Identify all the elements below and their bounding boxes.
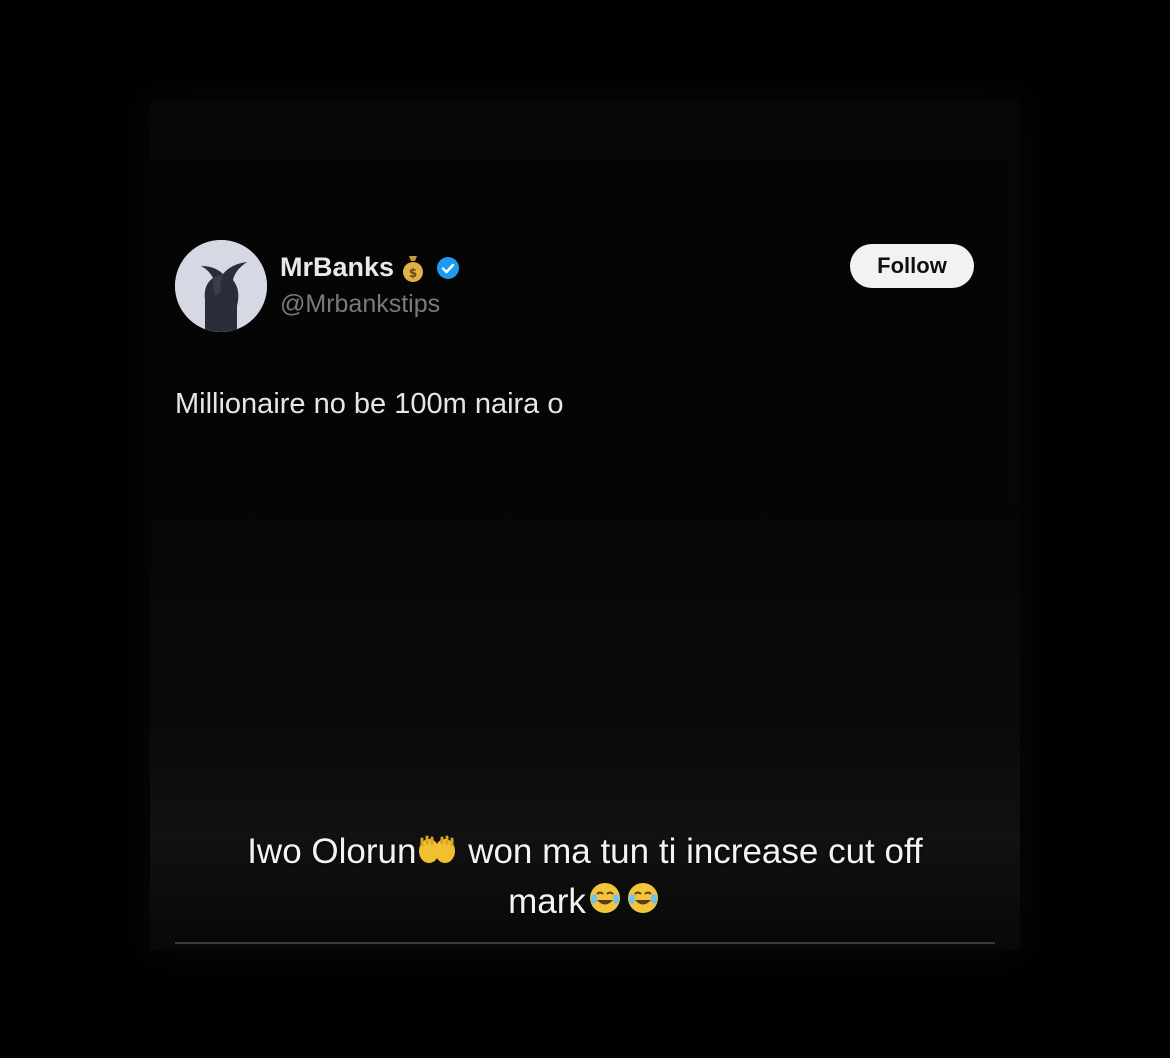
divider [175,942,995,944]
avatar[interactable] [175,240,267,332]
tweet-embed: MrBanks $ @Mrbankstips Follow Millionair… [150,160,1010,500]
screenshot-frame: MrBanks $ @Mrbankstips Follow Millionair… [0,0,1170,1058]
video-caption: Iwo Olorun won ma tun ti increase cut of… [150,828,1020,928]
tears-of-joy-icon [626,880,660,928]
goat-logo-icon [175,240,267,332]
tears-of-joy-icon [588,880,622,928]
verified-icon [436,256,460,280]
tweet-text: Millionaire no be 100m naira o [175,388,564,420]
caption-text-2: won ma tun ti increase cut off [468,832,923,871]
follow-button[interactable]: Follow [850,244,974,288]
moneybag-icon: $ [402,254,424,282]
palms-up-icon [418,830,456,878]
user-handle[interactable]: @Mrbankstips [280,290,440,319]
caption-text-1: Iwo Olorun [247,832,417,871]
display-name-text: MrBanks [280,252,395,282]
caption-text-3: mark [508,881,586,921]
svg-text:$: $ [409,266,417,280]
display-name[interactable]: MrBanks $ [280,252,460,283]
tweet-card: MrBanks $ @Mrbankstips Follow Millionair… [150,100,1020,950]
